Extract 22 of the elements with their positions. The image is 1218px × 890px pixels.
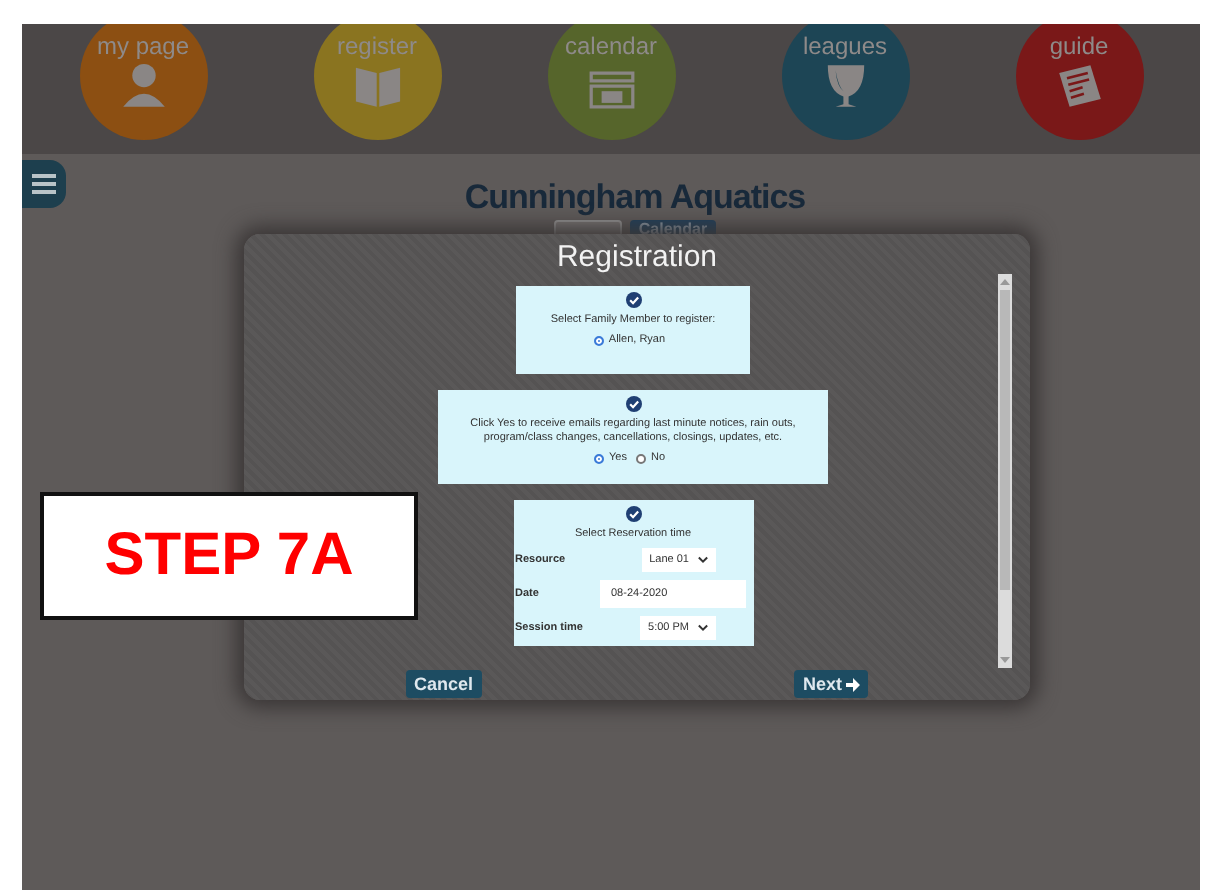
- menu-icon: [32, 174, 56, 194]
- radio-button[interactable]: [594, 453, 605, 463]
- scroll-up-icon[interactable]: [1000, 278, 1010, 286]
- check-circle-icon: [625, 506, 641, 522]
- person-icon: [117, 60, 169, 112]
- scrollbar-thumb[interactable]: [1000, 290, 1010, 590]
- chevron-icon: [697, 556, 707, 564]
- menu-button[interactable]: [22, 160, 66, 208]
- check-circle-icon: [625, 292, 641, 308]
- site-title: Cunningham Aquatics: [464, 178, 806, 218]
- check-circle-icon: [625, 396, 641, 412]
- radio-button[interactable]: [636, 453, 647, 463]
- scroll-down-icon[interactable]: [1000, 656, 1010, 664]
- chevron-icon: [697, 624, 707, 632]
- newspaper-icon: [1053, 60, 1105, 112]
- step-label: STEP 7A: [40, 492, 418, 620]
- next-button[interactable]: Next: [794, 670, 868, 698]
- arrow-right-icon: [846, 677, 860, 691]
- cancel-button[interactable]: Cancel: [406, 670, 482, 698]
- dialog-title: Registration: [554, 240, 720, 274]
- scrollbar[interactable]: [998, 274, 1012, 668]
- radio-button[interactable]: [594, 335, 605, 345]
